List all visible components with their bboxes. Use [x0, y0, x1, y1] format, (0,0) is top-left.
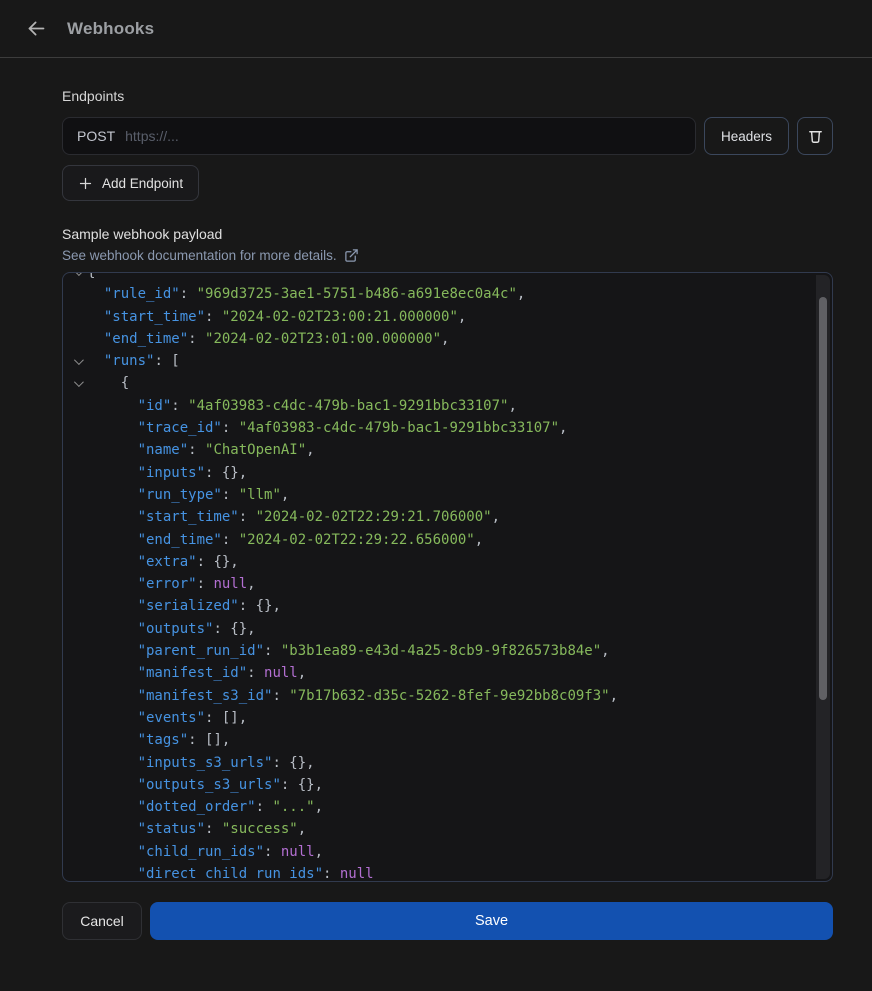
code-line: "runs": [ [71, 350, 832, 372]
code-line: "direct_child_run_ids": null [71, 863, 832, 882]
code-line: "inputs": {}, [71, 462, 832, 484]
code-line: "extra": {}, [71, 551, 832, 573]
code-line: "id": "4af03983-c4dc-479b-bac1-9291bbc33… [71, 395, 832, 417]
code-line: "start_time": "2024-02-02T22:29:21.70600… [71, 506, 832, 528]
payload-section: Sample webhook payload See webhook docum… [62, 226, 833, 263]
code-line: "outputs": {}, [71, 618, 832, 640]
http-method-label: POST [77, 128, 115, 144]
endpoint-url-input[interactable]: POST https://... [62, 117, 696, 155]
payload-code-block[interactable]: { "rule_id": "969d3725-3ae1-5751-b486-a6… [62, 272, 833, 882]
collapse-chevron-icon[interactable] [74, 355, 84, 365]
code-line: "events": [], [71, 707, 832, 729]
payload-label: Sample webhook payload [62, 226, 833, 242]
arrow-left-icon [26, 18, 47, 39]
webhook-doc-link[interactable]: See webhook documentation for more detai… [62, 248, 359, 263]
code-line: "end_time": "2024-02-02T23:01:00.000000"… [71, 328, 832, 350]
code-line: "inputs_s3_urls": {}, [71, 752, 832, 774]
url-placeholder-text: https://... [125, 128, 179, 144]
code-content: { "rule_id": "969d3725-3ae1-5751-b486-a6… [63, 272, 832, 882]
back-button[interactable] [24, 16, 49, 41]
add-endpoint-button[interactable]: Add Endpoint [62, 165, 199, 201]
doc-link-text: See webhook documentation for more detai… [62, 248, 337, 263]
main-content: Endpoints POST https://... Headers Add E… [0, 58, 872, 940]
code-line: "manifest_id": null, [71, 662, 832, 684]
code-line: "name": "ChatOpenAI", [71, 439, 832, 461]
code-line: "trace_id": "4af03983-c4dc-479b-bac1-929… [71, 417, 832, 439]
code-line: "dotted_order": "...", [71, 796, 832, 818]
code-line: "outputs_s3_urls": {}, [71, 774, 832, 796]
external-link-icon [344, 248, 359, 263]
code-line: "tags": [], [71, 729, 832, 751]
plus-icon [78, 176, 93, 191]
header: Webhooks [0, 0, 872, 58]
code-line: "error": null, [71, 573, 832, 595]
code-line: "child_run_ids": null, [71, 841, 832, 863]
collapse-chevron-icon[interactable] [74, 272, 84, 276]
headers-button[interactable]: Headers [704, 117, 789, 155]
code-line: { [71, 372, 832, 394]
add-endpoint-label: Add Endpoint [102, 176, 183, 191]
save-button[interactable]: Save [150, 902, 833, 940]
collapse-chevron-icon[interactable] [74, 377, 84, 387]
footer-actions: Cancel Save [62, 902, 833, 940]
code-line: "status": "success", [71, 818, 832, 840]
code-line: "end_time": "2024-02-02T22:29:22.656000"… [71, 529, 832, 551]
code-scrollbar-track[interactable] [816, 275, 830, 879]
trash-icon [807, 127, 824, 145]
endpoints-label: Endpoints [62, 88, 833, 104]
page-title: Webhooks [67, 19, 154, 39]
delete-endpoint-button[interactable] [797, 117, 833, 155]
code-line: { [71, 272, 832, 283]
code-line: "manifest_s3_id": "7b17b632-d35c-5262-8f… [71, 685, 832, 707]
code-line: "parent_run_id": "b3b1ea89-e43d-4a25-8cb… [71, 640, 832, 662]
code-scrollbar-thumb[interactable] [819, 297, 827, 700]
cancel-button[interactable]: Cancel [62, 902, 142, 940]
code-line: "serialized": {}, [71, 595, 832, 617]
code-line: "run_type": "llm", [71, 484, 832, 506]
endpoint-row: POST https://... Headers [62, 117, 833, 155]
code-line: "start_time": "2024-02-02T23:00:21.00000… [71, 306, 832, 328]
code-line: "rule_id": "969d3725-3ae1-5751-b486-a691… [71, 283, 832, 305]
